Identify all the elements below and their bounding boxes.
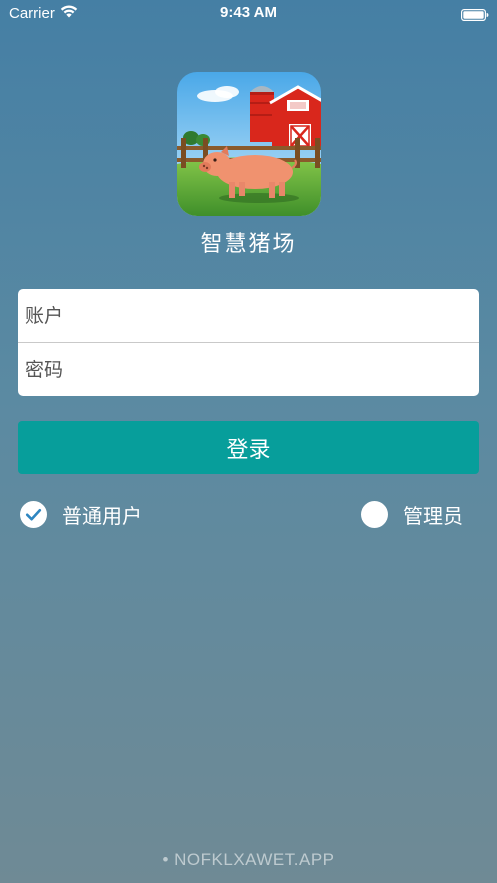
- watermark: • NOFKLXAWET.APP: [162, 850, 335, 869]
- account-field: [18, 289, 479, 342]
- password-input[interactable]: [18, 343, 479, 396]
- login-form: [18, 289, 479, 396]
- clock-time: 9:43 AM: [220, 4, 277, 21]
- login-button[interactable]: 登录: [18, 421, 479, 474]
- app-title: 智慧猪场: [200, 232, 297, 257]
- farm-pig-logo: [177, 72, 321, 216]
- radio-empty-icon: [361, 500, 388, 528]
- role-normal-user-radio[interactable]: 普通用户: [20, 500, 142, 528]
- checkmark-icon: [20, 500, 47, 528]
- role-normal-user-label: 普通用户: [62, 503, 142, 528]
- status-bar: Carrier 9:43 AM: [0, 0, 497, 26]
- password-field: [18, 343, 479, 396]
- account-input[interactable]: [18, 289, 479, 342]
- role-admin-label: 管理员: [403, 503, 463, 528]
- battery-icon: [461, 6, 489, 22]
- role-admin-radio[interactable]: 管理员: [361, 500, 463, 528]
